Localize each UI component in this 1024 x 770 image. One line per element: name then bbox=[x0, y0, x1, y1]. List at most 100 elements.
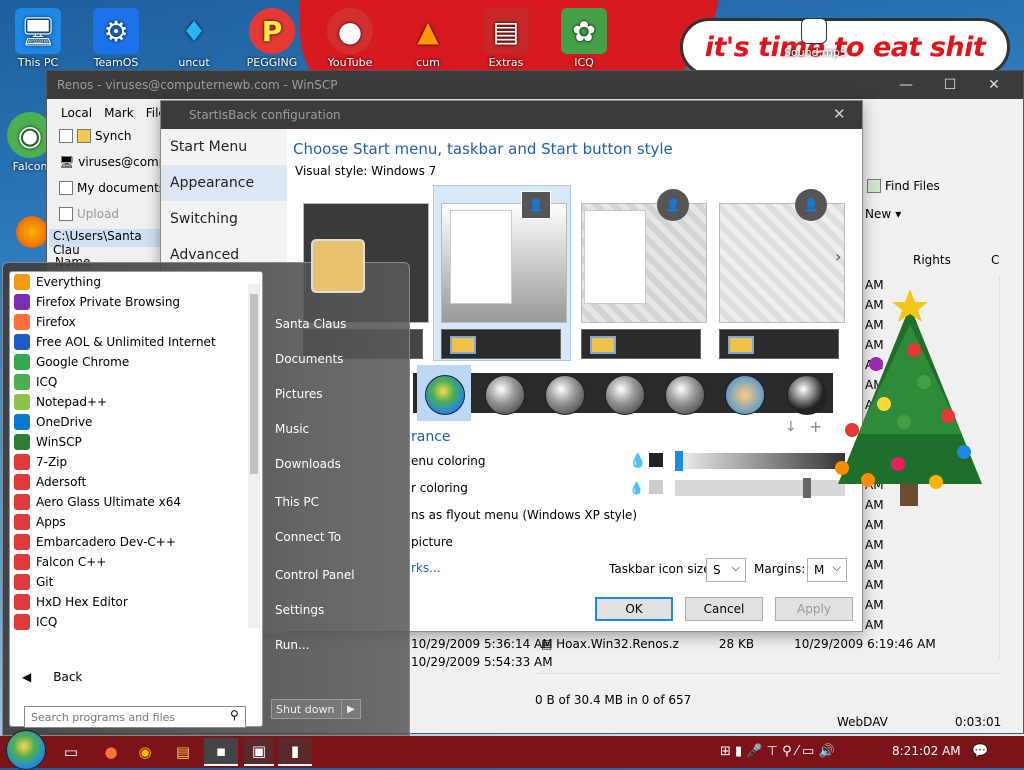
menu-color-slider[interactable] bbox=[675, 453, 845, 469]
more-link[interactable]: rks... bbox=[411, 561, 441, 575]
clock[interactable]: 8:21:02 AM bbox=[892, 744, 961, 758]
program-item[interactable]: Adersoft bbox=[10, 472, 262, 492]
desktop-icon-icq[interactable]: ✿ ICQ bbox=[554, 8, 614, 69]
option-picture[interactable]: picture bbox=[411, 535, 453, 549]
program-item[interactable]: Falcon C++ bbox=[10, 552, 262, 572]
notifications-icon[interactable]: 💬 bbox=[972, 744, 988, 759]
taskbar-style-3[interactable] bbox=[581, 329, 701, 359]
desktop-icon-youtube[interactable]: ● YouTube bbox=[320, 8, 380, 69]
program-item[interactable]: ICQ bbox=[10, 612, 262, 632]
start-orb-5[interactable] bbox=[665, 375, 705, 415]
program-item[interactable]: Everything bbox=[10, 272, 262, 292]
tray-icons[interactable]: ⊞ ▮ 🎤 ⊤ ⚲ ⁄ ▭ 🔊 bbox=[720, 744, 835, 759]
start-right-item[interactable]: Santa Claus bbox=[275, 317, 346, 331]
winscp-taskbar-icon[interactable]: ▣ bbox=[244, 738, 274, 766]
desktop-icon-sound[interactable]: Sound.mp3 bbox=[784, 18, 847, 59]
start-orb-windows7[interactable] bbox=[425, 375, 465, 415]
firefox-desktop-icon[interactable] bbox=[16, 216, 48, 248]
rights-column[interactable]: Rights bbox=[913, 253, 951, 267]
desktop-icon-this-pc[interactable]: 🖥 This PC bbox=[8, 8, 68, 69]
taskbar-style-2[interactable] bbox=[441, 329, 561, 359]
program-item[interactable]: 7-Zip bbox=[10, 452, 262, 472]
option-taskbar-coloring[interactable]: r coloring bbox=[411, 481, 468, 495]
start-right-item[interactable]: Pictures bbox=[275, 387, 323, 401]
program-item[interactable]: Free AOL & Unlimited Internet bbox=[10, 332, 262, 352]
program-item[interactable]: Firefox bbox=[10, 312, 262, 332]
thumbnails-next-arrow[interactable]: › bbox=[835, 247, 841, 266]
synchronize-button[interactable]: Synch bbox=[59, 129, 132, 143]
margins-select[interactable]: M bbox=[807, 558, 847, 582]
ok-button[interactable]: OK bbox=[595, 597, 673, 621]
desktop-icon-extras[interactable]: ▤ Extras bbox=[476, 8, 536, 69]
maximize-button[interactable]: ☐ bbox=[927, 71, 973, 99]
nav-start-menu[interactable]: Start Menu bbox=[161, 129, 287, 165]
shutdown-options-arrow[interactable]: ▶ bbox=[341, 699, 361, 719]
option-flyout-menu[interactable]: ns as flyout menu (Windows XP style) bbox=[411, 508, 637, 522]
owner-column[interactable]: C bbox=[991, 253, 999, 267]
dialog-close-button[interactable]: ✕ bbox=[833, 105, 846, 123]
style-thumbnail-2[interactable] bbox=[441, 203, 567, 323]
start-right-item[interactable]: Settings bbox=[275, 603, 324, 617]
chrome-taskbar-icon[interactable]: ◉ bbox=[130, 738, 160, 766]
color-swatch-dark[interactable] bbox=[649, 453, 663, 467]
program-item[interactable]: OneDrive bbox=[10, 412, 262, 432]
upload-button[interactable]: Upload bbox=[59, 207, 119, 221]
start-right-item[interactable]: Documents bbox=[275, 352, 343, 366]
program-item[interactable]: Git bbox=[10, 572, 262, 592]
start-orb-3[interactable] bbox=[545, 375, 585, 415]
cmd-taskbar-icon[interactable]: ▪ bbox=[204, 738, 238, 766]
program-item[interactable]: HxD Hex Editor bbox=[10, 592, 262, 612]
option-menu-coloring[interactable]: enu coloring bbox=[411, 454, 486, 468]
remote-scrollbar[interactable] bbox=[999, 275, 1013, 659]
program-item[interactable]: Embarcadero Dev-C++ bbox=[10, 532, 262, 552]
start-right-item[interactable]: Music bbox=[275, 422, 309, 436]
startisback-taskbar-icon[interactable]: ▮ bbox=[278, 738, 312, 766]
start-orb-2[interactable] bbox=[485, 375, 525, 415]
user-picture[interactable] bbox=[311, 239, 365, 293]
minimize-button[interactable]: — bbox=[883, 71, 929, 99]
taskbar-color-slider[interactable] bbox=[675, 480, 845, 496]
start-search-input[interactable] bbox=[24, 706, 246, 728]
icon-size-select[interactable]: S bbox=[706, 558, 746, 582]
program-item[interactable]: Firefox Private Browsing bbox=[10, 292, 262, 312]
back-button[interactable]: ◀ Back bbox=[22, 670, 82, 684]
nav-switching[interactable]: Switching bbox=[161, 201, 287, 237]
start-orb-6[interactable] bbox=[725, 375, 765, 415]
start-right-item[interactable]: Connect To bbox=[275, 530, 341, 544]
program-item[interactable]: Aero Glass Ultimate x64 bbox=[10, 492, 262, 512]
start-button[interactable] bbox=[6, 730, 46, 770]
task-view-icon[interactable]: ▭ bbox=[56, 738, 86, 766]
style-thumbnail-3[interactable] bbox=[581, 203, 707, 323]
program-item[interactable]: ICQ bbox=[10, 372, 262, 392]
close-button[interactable]: ✕ bbox=[971, 71, 1017, 99]
start-right-item[interactable]: Control Panel bbox=[275, 568, 355, 582]
start-orb-4[interactable] bbox=[605, 375, 645, 415]
taskbar-color-slider-thumb[interactable] bbox=[803, 478, 811, 498]
color-swatch-light[interactable] bbox=[649, 480, 663, 494]
remote-file-row[interactable]: ▤ Hoax.Win32.Renos.z 28 KB 10/29/2009 6:… bbox=[541, 637, 936, 651]
menu-mark[interactable]: Mark bbox=[104, 106, 134, 120]
desktop-icon-teamos[interactable]: ⚙ TeamOS bbox=[86, 8, 146, 69]
start-right-item[interactable]: Run... bbox=[275, 638, 309, 652]
start-right-item[interactable]: This PC bbox=[275, 495, 319, 509]
session-tab[interactable]: 🖥 viruses@comp bbox=[59, 155, 166, 169]
style-thumbnail-4[interactable] bbox=[719, 203, 845, 323]
programs-scrollbar[interactable] bbox=[248, 284, 260, 628]
cancel-button[interactable]: Cancel bbox=[685, 597, 763, 621]
taskbar-style-4[interactable] bbox=[719, 329, 839, 359]
download-icon[interactable]: ↓ bbox=[785, 419, 797, 435]
program-item[interactable]: Notepad++ bbox=[10, 392, 262, 412]
horizontal-scrollbar[interactable] bbox=[537, 673, 999, 689]
menu-color-slider-thumb[interactable] bbox=[675, 451, 683, 471]
new-dropdown[interactable]: New ▾ bbox=[865, 207, 901, 221]
find-files-button[interactable]: Find Files bbox=[867, 179, 940, 193]
program-item[interactable]: Apps bbox=[10, 512, 262, 532]
apply-button[interactable]: Apply bbox=[775, 597, 853, 621]
local-dir-dropdown[interactable]: My documents bbox=[59, 181, 165, 195]
menu-local[interactable]: Local bbox=[61, 106, 92, 120]
visual-style-value[interactable]: Windows 7 bbox=[371, 164, 436, 178]
program-item[interactable]: Google Chrome bbox=[10, 352, 262, 372]
nav-appearance[interactable]: Appearance bbox=[161, 165, 287, 201]
program-item[interactable]: WinSCP bbox=[10, 432, 262, 452]
start-orb-7[interactable] bbox=[787, 375, 827, 415]
